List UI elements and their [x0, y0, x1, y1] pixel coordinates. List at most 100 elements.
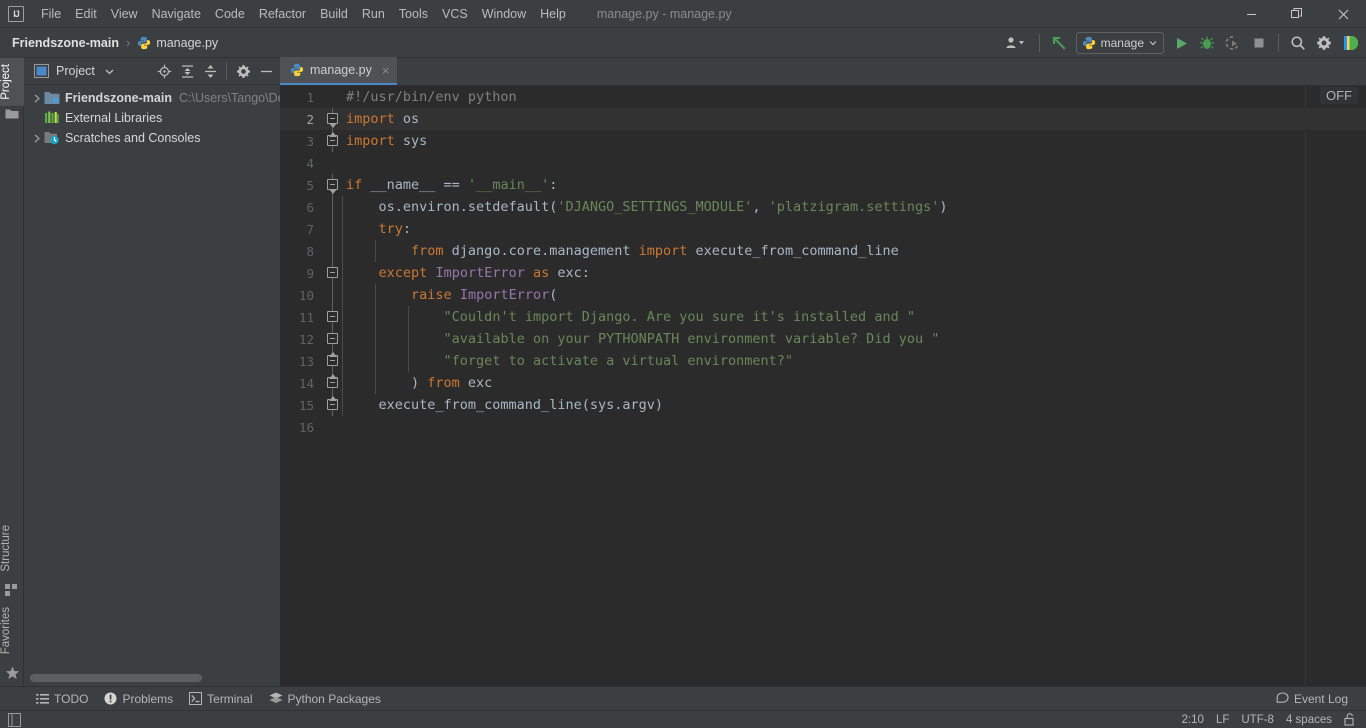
menu-item-navigate[interactable]: Navigate — [145, 4, 208, 24]
indent-guide — [342, 196, 343, 218]
code-line-14: 14 ) from exc — [280, 372, 1366, 394]
token: 'DJANGO_SETTINGS_MODULE' — [557, 199, 753, 215]
chevron-right-icon[interactable] — [30, 131, 44, 145]
collapse-all-icon[interactable] — [199, 60, 221, 82]
layout-toggle-icon[interactable] — [8, 712, 21, 727]
hide-icon[interactable] — [255, 60, 277, 82]
bottom-tool-stripe: TODO Problems Terminal Python Packages E… — [0, 686, 1366, 710]
fold-gutter[interactable] — [324, 240, 342, 262]
sidebar-tab-project[interactable]: Project — [0, 58, 24, 106]
menu-item-vcs[interactable]: VCS — [435, 4, 475, 24]
window-controls — [1228, 0, 1366, 28]
inspection-widget[interactable]: OFF — [1320, 87, 1358, 104]
event-log-button[interactable]: Event Log — [1268, 690, 1356, 708]
line-number: 8 — [306, 243, 314, 259]
stop-button[interactable] — [1247, 31, 1271, 55]
breadcrumb-item-1[interactable]: manage.py — [133, 34, 222, 52]
code-text: "available on your PYTHONPATH environmen… — [342, 331, 940, 347]
chevron-down-icon[interactable] — [105, 67, 114, 76]
fold-gutter[interactable] — [324, 284, 342, 306]
fold-gutter[interactable] — [324, 108, 342, 130]
fold-gutter[interactable] — [324, 130, 342, 152]
fold-gutter[interactable] — [324, 152, 342, 174]
bottom-tab-terminal[interactable]: Terminal — [181, 690, 260, 708]
indent-setting[interactable]: 4 spaces — [1286, 714, 1332, 726]
settings-gear-icon[interactable] — [232, 60, 254, 82]
file-encoding[interactable]: UTF-8 — [1241, 714, 1274, 726]
breadcrumb-item-0[interactable]: Friendszone-main — [8, 34, 123, 52]
minimize-button[interactable] — [1228, 0, 1274, 28]
star-icon[interactable] — [5, 666, 20, 680]
folder-icon[interactable] — [5, 108, 19, 122]
bottom-tab-problems[interactable]: Problems — [96, 690, 181, 708]
menu-item-run[interactable]: Run — [355, 4, 392, 24]
sidebar-tab-structure[interactable]: Structure — [0, 519, 24, 578]
tree-node-0[interactable]: Friendszone-main C:\Users\Tango\Desk — [24, 88, 280, 108]
menu-item-window[interactable]: Window — [475, 4, 533, 24]
code-line-4: 4 — [280, 152, 1366, 174]
tree-node-2[interactable]: Scratches and Consoles — [24, 128, 280, 148]
run-configuration-selector[interactable]: manage — [1075, 32, 1164, 54]
ai-assistant-icon[interactable] — [1338, 31, 1362, 55]
menu-item-code[interactable]: Code — [208, 4, 252, 24]
indent-guide — [342, 218, 343, 240]
code-text: "forget to activate a virtual environmen… — [342, 353, 794, 369]
fold-gutter[interactable] — [324, 218, 342, 240]
fold-gutter[interactable] — [324, 416, 342, 438]
settings-gear-icon[interactable] — [1312, 31, 1336, 55]
project-panel-scrollbar[interactable] — [30, 674, 274, 682]
fold-gutter[interactable] — [324, 262, 342, 284]
fold-gutter[interactable] — [324, 174, 342, 196]
tree-node-1[interactable]: External Libraries — [24, 108, 280, 128]
debug-button[interactable] — [1195, 31, 1219, 55]
expand-all-icon[interactable] — [176, 60, 198, 82]
menu-item-help[interactable]: Help — [533, 4, 573, 24]
run-button[interactable] — [1169, 31, 1193, 55]
menu-item-refactor[interactable]: Refactor — [252, 4, 313, 24]
line-number: 1 — [306, 89, 314, 105]
line-number: 10 — [298, 287, 314, 303]
close-button[interactable] — [1320, 0, 1366, 28]
bottom-tab-todo[interactable]: TODO — [28, 690, 96, 708]
menu-item-file[interactable]: File — [34, 4, 68, 24]
bottom-tab-python-packages[interactable]: Python Packages — [261, 690, 389, 708]
menu-item-tools[interactable]: Tools — [392, 4, 435, 24]
scrollbar-thumb[interactable] — [30, 674, 202, 682]
tree-node-label: Friendszone-main — [65, 91, 172, 105]
chevron-right-icon[interactable] — [30, 91, 44, 105]
search-everywhere-icon[interactable] — [1286, 31, 1310, 55]
fold-gutter[interactable] — [324, 328, 342, 350]
update-project-icon[interactable] — [1047, 31, 1071, 55]
close-icon[interactable]: × — [382, 63, 390, 78]
menu-item-build[interactable]: Build — [313, 4, 355, 24]
status-bar: 2:10 LF UTF-8 4 spaces — [0, 710, 1366, 728]
code-line-16: 16 — [280, 416, 1366, 438]
sidebar-tab-favorites[interactable]: Favorites — [0, 601, 24, 660]
fold-gutter[interactable] — [324, 372, 342, 394]
line-separator[interactable]: LF — [1216, 714, 1229, 726]
locate-icon[interactable] — [153, 60, 175, 82]
restore-button[interactable] — [1274, 0, 1320, 28]
structure-icon[interactable] — [5, 584, 19, 598]
fold-gutter[interactable] — [324, 350, 342, 372]
fold-gutter[interactable] — [324, 196, 342, 218]
menu-item-edit[interactable]: Edit — [68, 4, 104, 24]
editor-tab-manage-py[interactable]: manage.py × — [280, 57, 398, 85]
code-editor[interactable]: OFF 1 #!/usr/bin/env python 2 import os 3 imp… — [280, 86, 1366, 686]
menu-item-view[interactable]: View — [104, 4, 145, 24]
indent-guide — [342, 394, 343, 416]
fold-gutter[interactable] — [324, 86, 342, 108]
code-line-3: 3 import sys — [280, 130, 1366, 152]
event-log-icon — [1276, 692, 1289, 703]
editor-tab-label: manage.py — [310, 63, 372, 77]
title-bar: IJ File Edit View Navigate Code Refactor Build… — [0, 0, 1366, 28]
unlocked-icon[interactable] — [1344, 713, 1356, 726]
run-with-coverage-button[interactable] — [1221, 31, 1245, 55]
token: django.core.management — [443, 243, 639, 259]
caret-position[interactable]: 2:10 — [1182, 714, 1204, 726]
fold-gutter[interactable] — [324, 306, 342, 328]
code-line-10: 10 raise ImportError( — [280, 284, 1366, 306]
user-accounts-icon[interactable] — [1000, 31, 1032, 55]
fold-gutter[interactable] — [324, 394, 342, 416]
